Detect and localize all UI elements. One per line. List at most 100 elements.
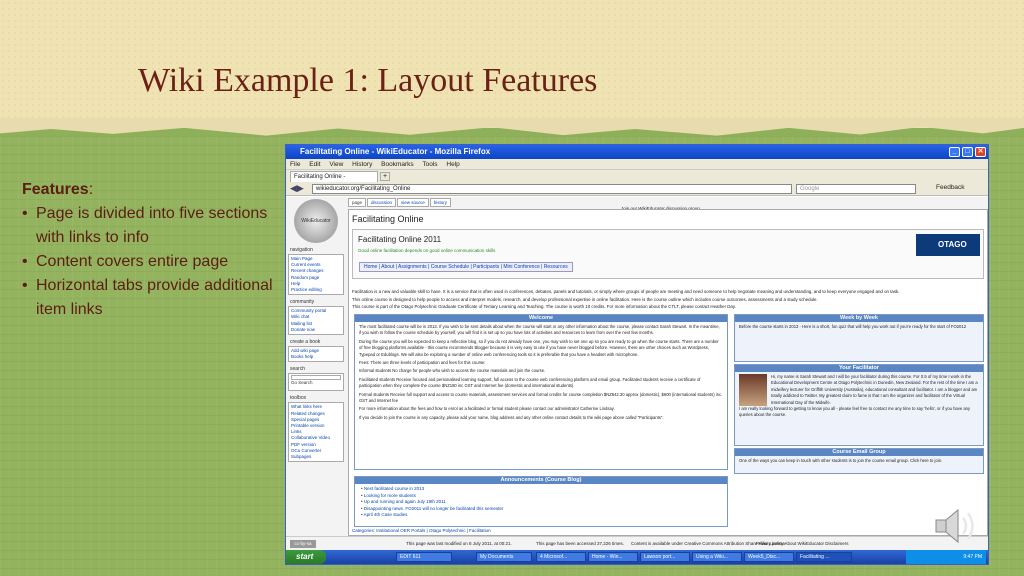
week-text: Before the course starts in 2013 - Here … [739, 324, 967, 329]
categories-bar[interactable]: Categories: Institutional OER Portals | … [352, 528, 491, 533]
slide-title: Wiki Example 1: Layout Features [138, 62, 598, 99]
go-button[interactable]: Go [291, 380, 297, 385]
toolbox-box: What links here Related changes Special … [288, 402, 344, 463]
main-content-area: Facilitating Online Facilitating Online … [348, 209, 988, 536]
wikieducator-logo[interactable]: WikiEducator [294, 199, 338, 243]
menu-help[interactable]: Help [446, 161, 459, 168]
menu-bar: File Edit View History Bookmarks Tools H… [286, 159, 988, 170]
start-button[interactable]: start [286, 550, 326, 564]
create-book-box: Add wiki page Books help [288, 346, 344, 363]
fees-item: Formal students Receive full support and… [359, 391, 723, 404]
menu-bookmarks[interactable]: Bookmarks [381, 161, 414, 168]
course-subtitle: Good online facilitation depends on good… [358, 248, 496, 253]
browser-tab[interactable]: Facilitating Online - WikiEduc... [290, 171, 378, 190]
speaker-icon[interactable] [930, 506, 980, 546]
facilitator-section: Your Facilitator Hi, my name is Sarah St… [734, 364, 984, 446]
facilitator-text: Hi, my name is Sarah Stewart and I will … [771, 374, 978, 405]
taskbar-item-active[interactable]: Facilitating ... [796, 552, 852, 562]
feedback-label: Feedback [936, 184, 965, 191]
navigation-toolbar: ◀▶ wikieducator.org/Facilitating_Online … [286, 182, 988, 196]
close-button[interactable]: ✕ [975, 147, 986, 157]
maximize-button[interactable]: □ [962, 147, 973, 157]
welcome-heading: Welcome [355, 315, 727, 322]
welcome-paragraph: The most facilitated course will be in 2… [359, 324, 720, 336]
footer-links[interactable]: Privacy policy About WikiEducator Discla… [756, 537, 849, 551]
community-heading: community [290, 299, 315, 306]
menu-file[interactable]: File [290, 161, 300, 168]
intro-paragraph: Facilitation is a new and valuable skill… [352, 289, 900, 294]
navigation-box: Main Page Current events Recent changes … [288, 254, 344, 296]
facilitator-text: I am really looking forward to getting t… [739, 406, 971, 418]
page-title: Facilitating Online [352, 214, 424, 224]
wiki-content: pagediscussionview sourcehistory Join ou… [346, 197, 988, 536]
footer-modified: This page was last modified on 8 July 20… [406, 541, 512, 546]
taskbar-item[interactable]: My Documents [476, 552, 532, 562]
new-tab-button[interactable]: + [380, 172, 390, 181]
welcome-paragraph: If you decide to join the course in any … [359, 414, 664, 420]
announcements-section: Announcements (Course Blog) Next facilit… [354, 476, 728, 527]
email-text: One of the ways you can keep in touch wi… [739, 458, 943, 463]
search-button[interactable]: Search [298, 380, 312, 385]
features-heading: Features [22, 181, 89, 198]
welcome-paragraph: For more information about the fees and … [359, 406, 615, 412]
course-header-box: Facilitating Online 2011 Good online fac… [352, 229, 984, 279]
search-box-side: Go Search [288, 373, 344, 392]
menu-view[interactable]: View [329, 161, 343, 168]
taskbar-item[interactable]: Week5_Disc... [744, 552, 794, 562]
menu-tools[interactable]: Tools [422, 161, 437, 168]
intro-paragraph: This online course is designed to help p… [352, 296, 818, 302]
system-clock: 9:47 PM [906, 550, 986, 564]
taskbar-item[interactable]: Using a Wiki... [692, 552, 742, 562]
intro-paragraph: This course is part of the Otago Polytec… [352, 304, 736, 310]
fees-item: Informal students No charge for people w… [359, 368, 546, 374]
features-panel: Features: Page is divided into five sect… [22, 178, 277, 322]
features-colon: : [88, 181, 94, 198]
taskbar-item[interactable]: EDIT 611 [396, 552, 452, 562]
cc-license-badge[interactable]: cc-by-sa [290, 540, 316, 548]
week-by-week-section: Week by Week Before the course starts in… [734, 314, 984, 362]
menu-history[interactable]: History [352, 161, 372, 168]
facilitator-heading: Your Facilitator [735, 365, 983, 372]
tab-discussion[interactable]: discussion [367, 198, 397, 207]
taskbar-item[interactable]: 4 Microsof... [536, 552, 586, 562]
wiki-footer: cc-by-sa This page was last modified on … [286, 536, 988, 550]
sidebar-link[interactable]: Books help [291, 354, 341, 360]
navigation-heading: navigation [290, 247, 313, 253]
course-title: Facilitating Online 2011 [358, 235, 442, 244]
taskbar-item[interactable]: Lawson port... [640, 552, 690, 562]
week-heading: Week by Week [735, 315, 983, 322]
sidebar-link[interactable]: Practice editing [291, 287, 341, 293]
community-box: Community portal Wiki chat Mailing list … [288, 306, 344, 336]
intro-text: Facilitation is a new and valuable skill… [352, 288, 982, 311]
fees-item: Facilitated students Receive focused and… [359, 376, 701, 389]
email-group-section: Course Email Group One of the ways you c… [734, 448, 984, 474]
windows-taskbar: start EDIT 611 My Documents 4 Microsof..… [286, 550, 988, 564]
search-heading: search [290, 366, 306, 373]
browser-title-bar: Facilitating Online - WikiEducator - Moz… [286, 145, 988, 159]
sidebar-link[interactable]: Subpages [291, 454, 341, 460]
address-bar[interactable]: wikieducator.org/Facilitating_Online [312, 184, 792, 194]
page-tabs: page discussion view source history [348, 198, 452, 207]
create-book-heading: create a book [290, 339, 321, 346]
feedback-button[interactable]: Feedback [936, 184, 965, 191]
back-forward-icon[interactable]: ◀▶ [290, 183, 304, 194]
course-menu-tabs[interactable]: Home | About | Assignments | Course Sche… [359, 262, 573, 272]
tab-view-source[interactable]: view source [397, 198, 429, 207]
tab-history[interactable]: history [429, 198, 452, 207]
taskbar-item[interactable]: Home - Win... [588, 552, 638, 562]
welcome-paragraph: During the course you will be expected t… [359, 338, 719, 357]
announcement-link[interactable]: April 4th Case studies [361, 512, 721, 519]
feature-item: Page is divided into five sections with … [22, 202, 277, 250]
tab-page[interactable]: page [348, 198, 367, 207]
feature-item: Horizontal tabs provide additional item … [22, 274, 277, 322]
browser-window: Facilitating Online - WikiEducator - Moz… [285, 144, 989, 565]
sidebar-link[interactable]: Donate now [291, 327, 341, 333]
menu-edit[interactable]: Edit [309, 161, 320, 168]
footer-accessed: This page has been accessed 37,226 times… [536, 541, 625, 546]
announcements-heading: Announcements (Course Blog) [355, 477, 727, 484]
otago-logo: OTAGO [916, 234, 980, 256]
facilitator-photo [739, 374, 767, 406]
search-box[interactable]: Google [796, 184, 916, 194]
welcome-section: Welcome The most facilitated course will… [354, 314, 728, 470]
minimize-button[interactable]: _ [949, 147, 960, 157]
